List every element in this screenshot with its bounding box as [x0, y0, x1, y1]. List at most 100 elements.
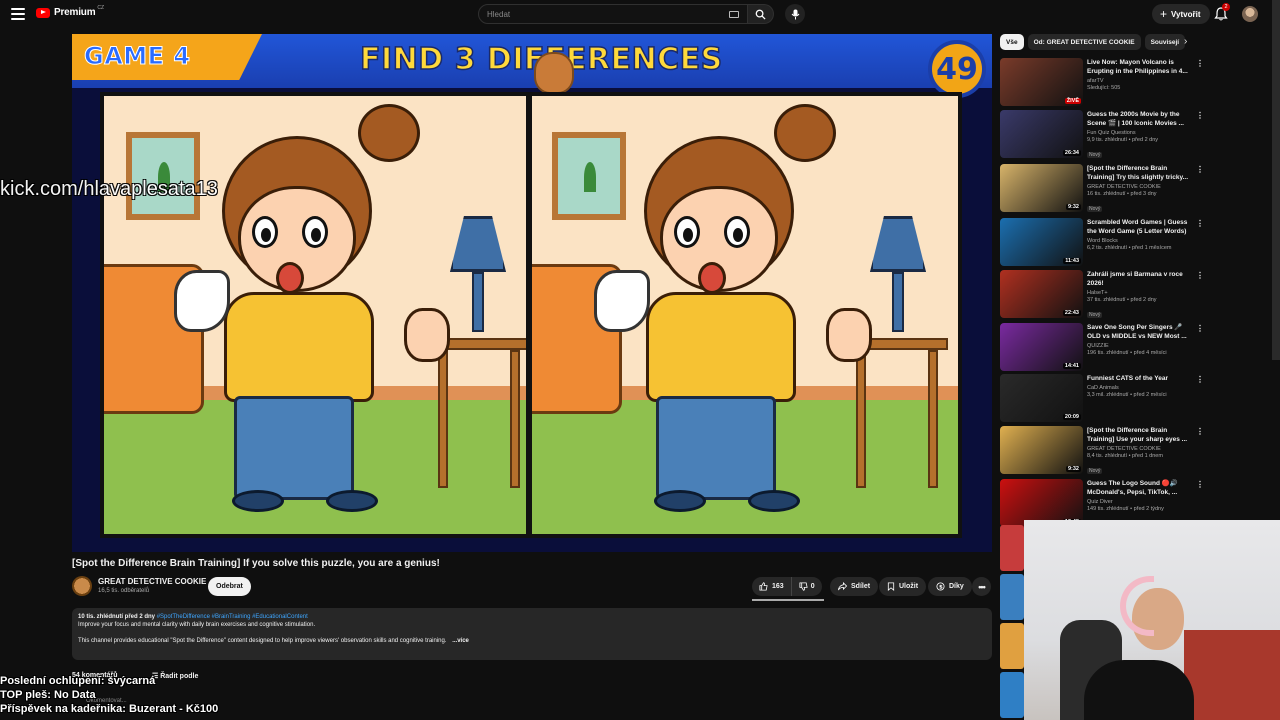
- recommendation-channel[interactable]: QUIZZIE: [1087, 343, 1193, 349]
- video-thumbnail[interactable]: 11:43: [1000, 218, 1083, 266]
- microphone-icon: [791, 9, 799, 19]
- voice-search-button[interactable]: [785, 4, 805, 24]
- recommendation-meta: 8,4 tis. zhlédnutí • před 1 dnem: [1087, 453, 1163, 459]
- more-actions-button[interactable]: •••: [972, 577, 991, 596]
- menu-icon[interactable]: [10, 6, 26, 22]
- video-thumbnail[interactable]: 9:32: [1000, 426, 1083, 474]
- more-horizontal-icon: •••: [978, 581, 986, 592]
- stream-overlay-kick: kick.com/hlavaplesata13: [0, 178, 218, 200]
- search-button[interactable]: [748, 4, 774, 24]
- recommendation-title[interactable]: Guess the 2000s Movie by the Scene 🎬 | 1…: [1087, 110, 1193, 128]
- recommendation-item[interactable]: 9:32 [Spot the Difference Brain Training]…: [1000, 164, 1204, 214]
- share-button[interactable]: Sdílet: [830, 577, 879, 596]
- recommendation-item[interactable]: ŽIVĚ Live Now: Mayon Volcano is Erupting …: [1000, 58, 1204, 108]
- puzzle-panel-right: [532, 92, 962, 538]
- recommendation-channel[interactable]: afarTV: [1087, 78, 1193, 84]
- chip-related[interactable]: Souvisejí: [1144, 34, 1186, 50]
- like-ratio-bar: [752, 599, 824, 601]
- recommendation-item[interactable]: 20:09 Funniest CATS of the Year CaD Animal…: [1000, 374, 1204, 424]
- share-label: Sdílet: [851, 583, 871, 590]
- recommendation-item[interactable]: 26:34 Guess the 2000s Movie by the Scene …: [1000, 110, 1204, 160]
- subscribe-button[interactable]: Odebrat: [208, 577, 251, 596]
- duration-badge: 9:32: [1065, 466, 1081, 472]
- channel-avatar[interactable]: [72, 576, 92, 596]
- description-box[interactable]: 10 tis. zhlédnutí před 2 dny #SpotTheDif…: [72, 608, 992, 660]
- more-vertical-icon[interactable]: ⋮: [1196, 220, 1204, 228]
- video-thumbnail[interactable]: 20:09: [1000, 374, 1083, 422]
- video-thumbnail[interactable]: 26:34: [1000, 110, 1083, 158]
- recommendation-channel[interactable]: Word Blocks: [1087, 238, 1193, 244]
- chip-from-channel[interactable]: Od: GREAT DETECTIVE COOKIE: [1027, 34, 1141, 50]
- recommendation-meta: 9,9 tis. zhlédnutí • před 2 dny: [1087, 137, 1159, 143]
- recommendation-title[interactable]: [Spot the Difference Brain Training] Try…: [1087, 164, 1193, 182]
- logo-text: Premium: [54, 7, 96, 18]
- new-badge: Nový: [1087, 312, 1103, 318]
- video-thumbnail[interactable]: 14:41: [1000, 323, 1083, 371]
- description-line: Improve your focus and mental clarity wi…: [78, 622, 316, 628]
- search-input[interactable]: [487, 9, 717, 19]
- save-label: Uložit: [899, 583, 919, 590]
- page-scrollbar[interactable]: [1272, 0, 1280, 360]
- share-icon: [838, 582, 847, 591]
- recommendation-meta: 16 tis. zhlédnutí • před 3 dny: [1087, 191, 1157, 197]
- live-badge: ŽIVĚ: [1064, 98, 1081, 104]
- more-vertical-icon[interactable]: ⋮: [1196, 60, 1204, 68]
- recommendation-channel[interactable]: GREAT DETECTIVE COOKIE: [1087, 184, 1193, 190]
- account-avatar[interactable]: [1242, 6, 1258, 22]
- keyboard-icon[interactable]: [729, 11, 739, 18]
- recommendation-title[interactable]: Zahráli jsme si Barmana v roce 2026!: [1087, 270, 1193, 288]
- recommendation-title[interactable]: Save One Song Per Singers 🎤 OLD vs MIDDL…: [1087, 323, 1193, 341]
- more-vertical-icon[interactable]: ⋮: [1196, 166, 1204, 174]
- thumbs-up-icon: [759, 582, 768, 591]
- video-thumbnail[interactable]: 9:32: [1000, 164, 1083, 212]
- more-vertical-icon[interactable]: ⋮: [1196, 376, 1204, 384]
- game-label: GAME 4: [84, 42, 191, 71]
- partial-thumbnails: [1000, 525, 1024, 720]
- search-box: [478, 4, 748, 24]
- like-button[interactable]: 163: [752, 577, 792, 596]
- recommendation-title[interactable]: Guess The Logo Sound 🔴🔊 McDonald's, Peps…: [1087, 479, 1193, 497]
- create-button[interactable]: + Vytvořit: [1152, 4, 1210, 24]
- new-badge: Nový: [1087, 152, 1103, 158]
- logo-region: CZ: [97, 4, 105, 11]
- show-more-link[interactable]: ...více: [452, 638, 469, 644]
- video-player[interactable]: GAME 4 FIND 3 DIFFERENCES 49: [72, 34, 992, 552]
- more-vertical-icon[interactable]: ⋮: [1196, 112, 1204, 120]
- recommendation-channel[interactable]: Quiz Diver: [1087, 499, 1193, 505]
- recommendation-title[interactable]: [Spot the Difference Brain Training] Use…: [1087, 426, 1193, 444]
- recommendation-item[interactable]: 22:43 Zahráli jsme si Barmana v roce 2026…: [1000, 270, 1204, 320]
- thanks-button[interactable]: $ Díky: [928, 577, 972, 596]
- youtube-icon: [36, 7, 50, 18]
- video-thumbnail[interactable]: 22:43: [1000, 270, 1083, 318]
- duration-badge: 20:09: [1062, 414, 1081, 420]
- recommendation-title[interactable]: Live Now: Mayon Volcano is Erupting in t…: [1087, 58, 1193, 76]
- recommendation-channel[interactable]: Fun Quiz Questions: [1087, 130, 1193, 136]
- recommendation-item[interactable]: 11:43 Scrambled Word Games | Guess the Wo…: [1000, 218, 1204, 268]
- chevron-right-icon[interactable]: ›: [1184, 36, 1187, 47]
- youtube-logo[interactable]: Premium CZ: [36, 4, 106, 18]
- more-vertical-icon[interactable]: ⋮: [1196, 428, 1204, 436]
- recommendation-channel[interactable]: HalseT+: [1087, 290, 1193, 296]
- girl-figure: [646, 292, 796, 402]
- description-text: This channel provides educational "Spot …: [78, 638, 447, 644]
- recommendation-title[interactable]: Scrambled Word Games | Guess the Word Ga…: [1087, 218, 1193, 236]
- hashtags[interactable]: #SpotTheDifference #BrainTraining #Educa…: [157, 614, 308, 620]
- channel-name[interactable]: GREAT DETECTIVE COOKIE: [98, 577, 206, 586]
- more-vertical-icon[interactable]: ⋮: [1196, 325, 1204, 333]
- dislike-button[interactable]: 0: [792, 577, 822, 596]
- save-button[interactable]: Uložit: [879, 577, 927, 596]
- recommendation-meta: Sledující: 505: [1087, 85, 1121, 91]
- more-vertical-icon[interactable]: ⋮: [1196, 272, 1204, 280]
- chip-all[interactable]: Vše: [1000, 34, 1024, 50]
- webcam-overlay: [1024, 520, 1280, 720]
- recommendation-title[interactable]: Funniest CATS of the Year: [1087, 374, 1193, 383]
- recommendation-channel[interactable]: CaD Animals: [1087, 385, 1193, 391]
- video-thumbnail[interactable]: ŽIVĚ: [1000, 58, 1083, 106]
- recommendation-channel[interactable]: GREAT DETECTIVE COOKIE: [1087, 446, 1193, 452]
- duration-badge: 11:43: [1063, 258, 1081, 264]
- recommendation-item[interactable]: 9:32 [Spot the Difference Brain Training]…: [1000, 426, 1204, 476]
- puzzle-panel-left: [100, 92, 530, 538]
- bookmark-icon: [887, 582, 895, 591]
- recommendation-item[interactable]: 14:41 Save One Song Per Singers 🎤 OLD vs …: [1000, 323, 1204, 373]
- more-vertical-icon[interactable]: ⋮: [1196, 481, 1204, 489]
